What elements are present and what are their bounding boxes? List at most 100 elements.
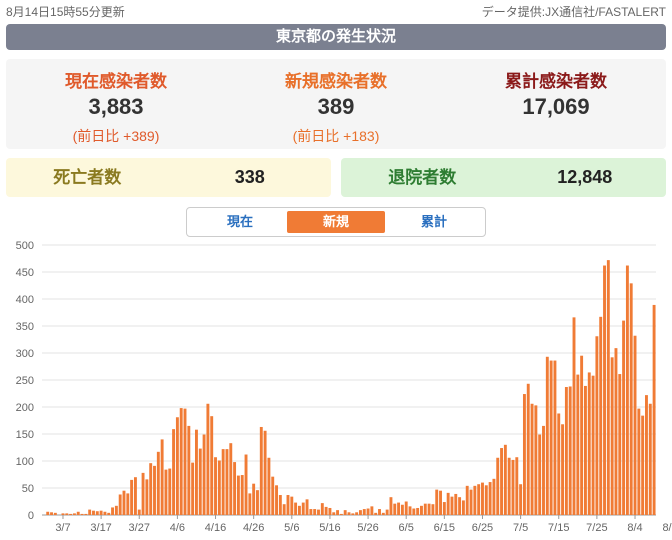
bar: [576, 374, 580, 515]
x-axis: 3/7 3/17 3/27 4/6 4/16 4/26 5/6 5/16 5/26 6/5 6/15…: [55, 515, 672, 534]
bar: [137, 509, 141, 515]
bar: [381, 512, 385, 515]
bar: [652, 304, 656, 515]
bar: [336, 510, 340, 515]
y-tick-label: 100: [16, 456, 34, 468]
x-tick-label: 6/25: [472, 522, 493, 534]
bar: [542, 425, 545, 515]
bar: [564, 387, 568, 515]
tab-current[interactable]: 現在: [191, 211, 289, 233]
new-cases-bar-chart: 050100150200250300350400450500 3/7 3/17 3/…: [16, 240, 672, 534]
bar: [629, 283, 633, 515]
bar: [492, 478, 496, 515]
bar: [107, 512, 111, 515]
bar: [484, 485, 488, 515]
bar: [320, 503, 324, 515]
bar: [99, 510, 103, 515]
x-tick-label: 5/16: [319, 522, 340, 534]
stat-total-label: 累計感染者数: [505, 72, 607, 91]
y-tick-label: 0: [28, 510, 34, 522]
chart-tab-group: 現在 新規 累計: [186, 207, 486, 237]
bar: [450, 496, 454, 515]
bar: [267, 457, 271, 515]
bar: [374, 512, 378, 515]
bar: [256, 490, 259, 515]
bar: [648, 403, 652, 515]
bar: [595, 336, 599, 515]
bar: [519, 484, 523, 515]
y-tick-label: 50: [22, 483, 34, 495]
bar: [439, 490, 442, 515]
deaths-label: 死亡者数: [53, 168, 122, 187]
bar: [458, 497, 462, 515]
recovered-box: 退院者数 12,848: [341, 158, 666, 197]
bar: [187, 425, 191, 515]
bar: [313, 509, 317, 515]
bar: [637, 408, 641, 515]
bar: [76, 511, 80, 515]
bar: [481, 482, 484, 515]
bar: [168, 468, 172, 515]
bar: [278, 495, 282, 515]
bar: [111, 507, 114, 515]
chart-bars: [46, 260, 656, 515]
bar: [126, 493, 130, 515]
bar: [622, 320, 626, 515]
bar: [572, 317, 576, 515]
bar: [343, 510, 347, 515]
y-tick-label: 200: [16, 402, 34, 414]
stat-total: 累計感染者数 17,069: [446, 67, 666, 120]
y-tick-label: 150: [16, 429, 34, 441]
bar: [400, 504, 404, 515]
x-tick-label: 6/5: [399, 522, 414, 534]
x-tick-label: 4/6: [170, 522, 185, 534]
bar: [385, 509, 389, 515]
bar: [515, 457, 519, 515]
bar: [503, 444, 507, 515]
x-tick-label: 3/27: [129, 522, 150, 534]
bar: [145, 479, 149, 515]
bar: [95, 511, 99, 515]
bar: [599, 316, 603, 515]
bar: [65, 513, 69, 515]
bar: [393, 503, 397, 515]
bar: [534, 405, 538, 515]
stats-panel: 現在感染者数 3,883 (前日比 +389) 新規感染者数 389 (前日比 …: [6, 59, 666, 149]
bar: [50, 512, 53, 515]
bar: [332, 512, 336, 515]
bar: [156, 451, 160, 515]
bar: [584, 385, 587, 515]
bar: [141, 472, 145, 515]
recovered-value: 12,848: [557, 167, 613, 187]
bar: [461, 500, 465, 515]
x-tick-label: 3/7: [55, 522, 70, 534]
stat-current-value: 3,883: [88, 94, 144, 119]
bar: [408, 506, 412, 515]
bar: [442, 502, 446, 515]
stat-new: 新規感染者数 389 (前日比 +183): [226, 67, 446, 146]
bar: [625, 265, 629, 515]
bar: [114, 505, 118, 515]
bar: [641, 415, 645, 515]
stat-new-value: 389: [317, 94, 355, 119]
bar: [603, 265, 606, 515]
bar: [511, 459, 515, 515]
x-tick-label: 7/5: [513, 522, 528, 534]
bar: [553, 360, 557, 515]
bar: [561, 424, 565, 515]
bar: [179, 408, 183, 515]
bar: [477, 484, 481, 515]
bar: [221, 449, 225, 515]
tab-total[interactable]: 累計: [385, 211, 483, 233]
bar: [217, 460, 221, 515]
tab-new[interactable]: 新規: [287, 211, 385, 233]
bar: [465, 485, 469, 515]
bar: [290, 496, 294, 515]
recovered-label: 退院者数: [388, 168, 457, 187]
bar: [347, 512, 351, 515]
stat-current: 現在感染者数 3,883 (前日比 +389): [6, 67, 226, 146]
bar: [606, 260, 610, 515]
bar: [431, 504, 435, 515]
x-tick-label: 3/17: [90, 522, 111, 534]
bar: [198, 448, 202, 515]
